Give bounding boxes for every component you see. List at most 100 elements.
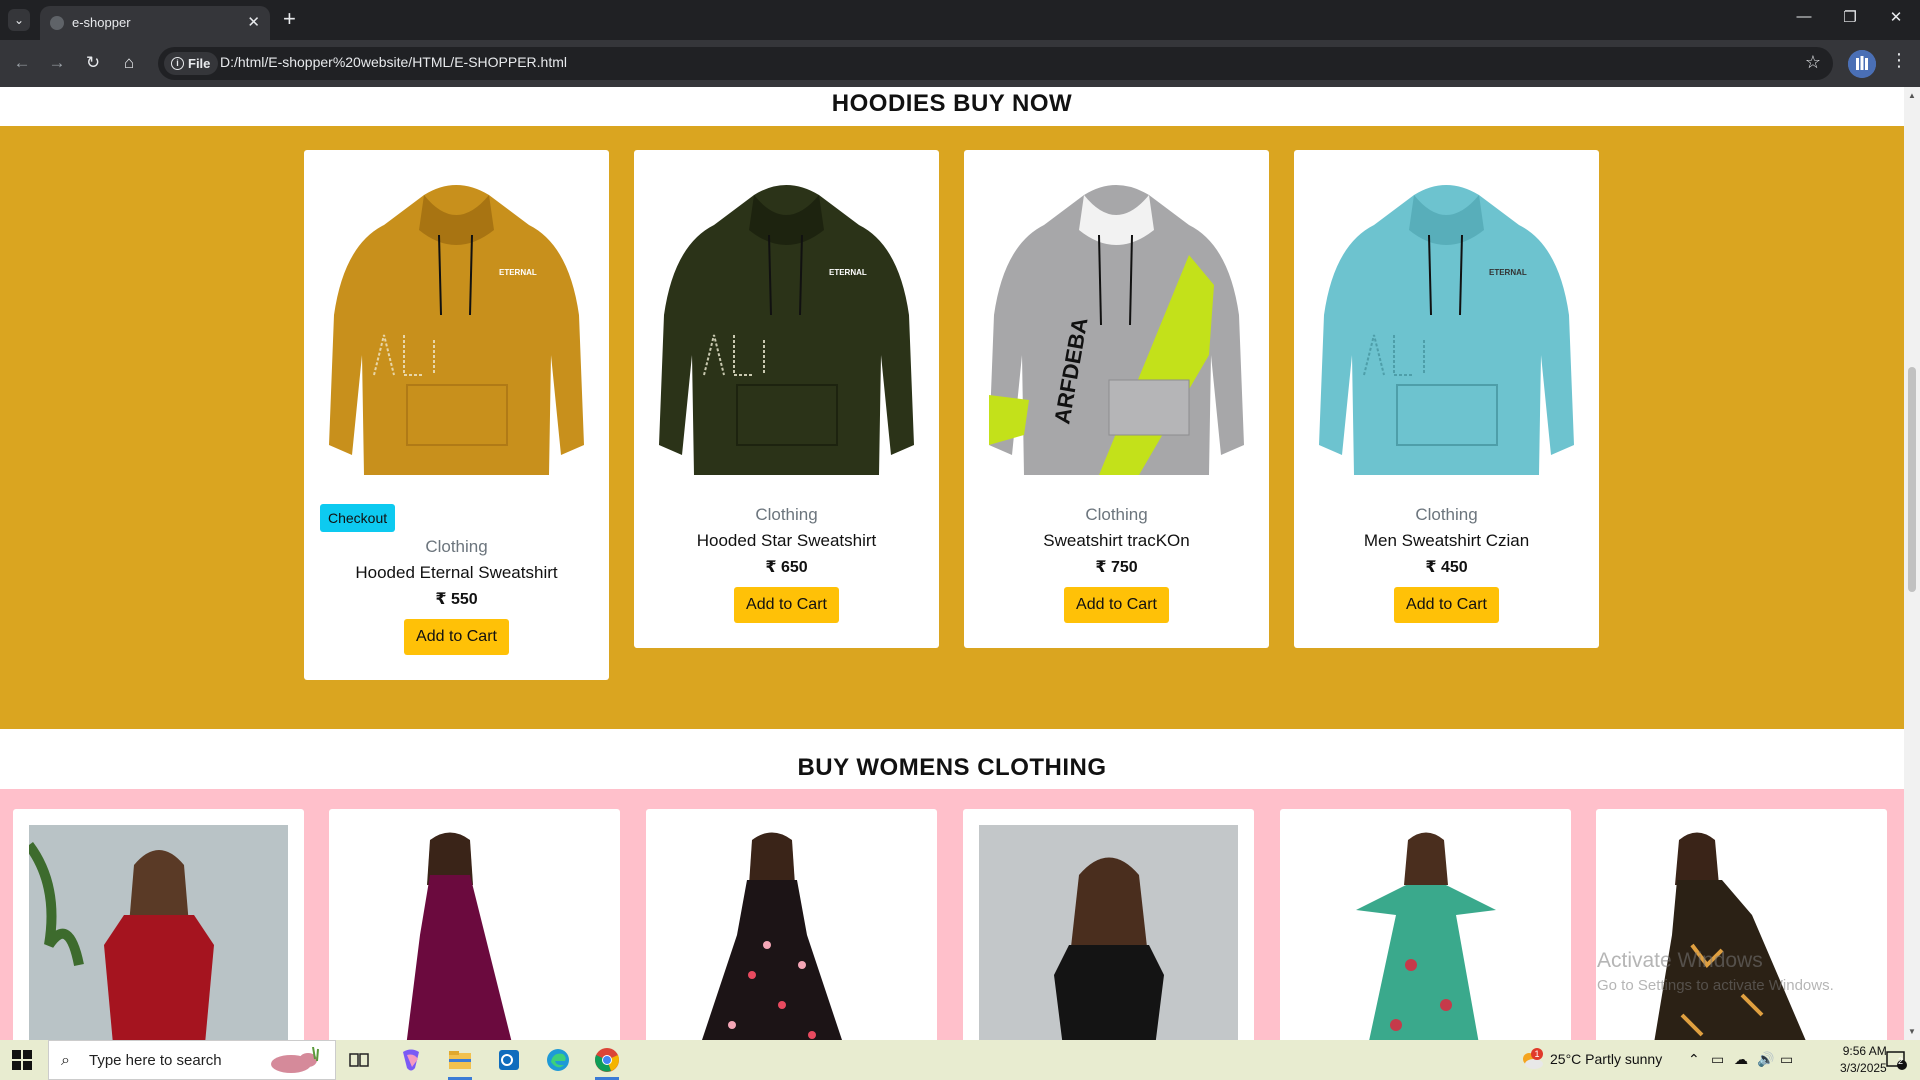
scroll-up-icon[interactable]: ▲ [1908,91,1916,100]
hoodies-section: ETERNAL Checkout Clothing Hooded Eternal… [0,126,1904,729]
bookmark-star-icon[interactable]: ☆ [1805,52,1821,73]
product-category: Clothing [425,537,488,556]
product-category: Clothing [755,505,818,524]
file-explorer-icon[interactable] [447,1047,473,1073]
product-card [646,809,937,1040]
search-icon: ⌕ [61,1052,70,1069]
hoodie-product-image[interactable]: ARFDEBA [989,175,1244,485]
product-card [329,809,620,1040]
home-icon[interactable]: ⌂ [117,51,141,75]
restore-icon[interactable]: ❐ [1827,8,1873,26]
volume-icon[interactable]: 🔊 [1757,1051,1774,1068]
show-hidden-icons-icon[interactable]: ⌃ [1688,1051,1700,1068]
page-viewport: HOODIES BUY NOW ETERNAL Checkout Clothin… [0,87,1904,1040]
taskbar-clock[interactable]: 9:56 AM 3/3/2025 [1840,1043,1887,1077]
tab-title: e-shopper [72,15,131,30]
notification-count: 2 [1898,1056,1904,1066]
watermark-line2: Go to Settings to activate Windows. [1597,977,1834,994]
product-price: ₹ 750 [1095,559,1138,576]
product-price: ₹ 650 [765,559,808,576]
weather-text[interactable]: 25°C Partly sunny [1550,1051,1662,1067]
clock-date: 3/3/2025 [1840,1061,1887,1075]
windows-taskbar: ⌕ Type here to search 1 25°C Partly sunn… [0,1040,1920,1080]
notification-center-icon[interactable] [1885,1049,1907,1074]
product-name: Hooded Star Sweatshirt [696,531,877,550]
browser-menu-icon[interactable]: ⋮ [1890,50,1908,71]
product-info: Clothing Hooded Eternal Sweatshirt ₹ 550… [304,537,609,655]
close-window-icon[interactable]: ✕ [1873,8,1919,26]
svg-text:ETERNAL: ETERNAL [829,268,867,277]
hoodie-product-image[interactable]: ETERNAL [1319,175,1574,485]
windows-start-icon[interactable] [12,1050,32,1070]
page-scrollbar[interactable]: ▲ ▼ [1904,87,1920,1040]
weather-badge: 1 [1531,1048,1543,1060]
product-name: Men Sweatshirt Czian [1363,531,1530,550]
product-card: ETERNAL Clothing Hooded Star Sweatshirt … [634,150,939,648]
minimize-icon[interactable]: — [1781,8,1827,25]
product-card: ARFDEBA Clothing Sweatshirt tracKOn ₹ 75… [964,150,1269,648]
task-view-icon[interactable] [348,1049,370,1071]
checkout-button[interactable]: Checkout [320,504,396,532]
product-info: Clothing Sweatshirt tracKOn ₹ 750 Add to… [964,505,1269,623]
edge-icon[interactable] [545,1047,571,1073]
browser-toolbar: ← → ↻ ⌂ i File D:/html/E-shopper%20websi… [0,40,1920,87]
new-tab-icon[interactable]: + [283,6,296,32]
forward-icon[interactable]: → [45,51,69,75]
chrome-icon[interactable] [594,1047,620,1073]
close-tab-icon[interactable]: ✕ [247,13,260,31]
product-info: Clothing Hooded Star Sweatshirt ₹ 650 Ad… [634,505,939,623]
activate-windows-watermark: Activate Windows Go to Settings to activ… [1597,949,1834,994]
add-to-cart-button[interactable]: Add to Cart [1064,587,1169,623]
hoodie-product-image[interactable]: ETERNAL [659,175,914,485]
address-bar[interactable]: i File D:/html/E-shopper%20website/HTML/… [158,47,1833,80]
product-name: Sweatshirt tracKOn [1043,531,1190,550]
product-card [963,809,1254,1040]
meet-now-icon[interactable]: ▭ [1711,1051,1724,1068]
womens-dress-image[interactable] [662,825,921,1040]
womens-dress-image[interactable] [345,825,604,1040]
profile-logo-icon [1848,50,1876,78]
reload-icon[interactable]: ↻ [81,51,105,75]
womens-section-title: BUY WOMENS CLOTHING [797,754,1107,781]
womens-dress-image[interactable] [1296,825,1555,1040]
info-icon: i [171,57,184,70]
url-text[interactable]: D:/html/E-shopper%20website/HTML/E-SHOPP… [220,54,567,70]
product-price: ₹ 550 [435,591,478,608]
womens-dress-image[interactable] [1612,825,1871,1040]
search-highlight-icon [271,1047,319,1073]
product-price: ₹ 450 [1425,559,1468,576]
tab-favicon-icon [50,16,64,30]
add-to-cart-button[interactable]: Add to Cart [404,619,509,655]
copilot-icon[interactable] [398,1047,424,1073]
taskbar-search-box[interactable]: ⌕ Type here to search [48,1040,336,1080]
back-icon[interactable]: ← [10,51,34,75]
site-info-label: File [188,56,211,71]
network-icon[interactable]: ▭ [1780,1051,1793,1068]
hoodies-section-title: HOODIES BUY NOW [831,90,1073,117]
product-category: Clothing [1415,505,1478,524]
site-info-chip[interactable]: i File [164,52,219,75]
womens-dress-image[interactable] [979,825,1238,1040]
product-name: Hooded Eternal Sweatshirt [355,563,558,582]
add-to-cart-button[interactable]: Add to Cart [1394,587,1499,623]
browser-tab[interactable]: e-shopper ✕ [40,6,270,40]
add-to-cart-button[interactable]: Add to Cart [734,587,839,623]
product-category: Clothing [1085,505,1148,524]
clock-time: 9:56 AM [1842,1044,1887,1058]
hoodie-product-image[interactable]: ETERNAL [329,175,584,485]
browser-tab-strip: ⌄ e-shopper ✕ + — ❐ ✕ [0,0,1920,40]
scroll-down-icon[interactable]: ▼ [1908,1027,1916,1036]
product-info: Clothing Men Sweatshirt Czian ₹ 450 Add … [1294,505,1599,623]
svg-text:ETERNAL: ETERNAL [499,268,537,277]
outlook-icon[interactable] [496,1047,522,1073]
onedrive-icon[interactable]: ☁ [1734,1051,1748,1068]
product-card [13,809,304,1040]
product-card: ETERNAL Clothing Men Sweatshirt Czian ₹ … [1294,150,1599,648]
womens-dress-image[interactable] [29,825,288,1040]
product-card: ETERNAL Checkout Clothing Hooded Eternal… [304,150,609,680]
womens-section [0,789,1904,1040]
tab-search-dropdown-icon[interactable]: ⌄ [8,9,30,31]
profile-avatar[interactable] [1848,50,1876,78]
scrollbar-thumb[interactable] [1908,367,1916,592]
product-card [1280,809,1571,1040]
